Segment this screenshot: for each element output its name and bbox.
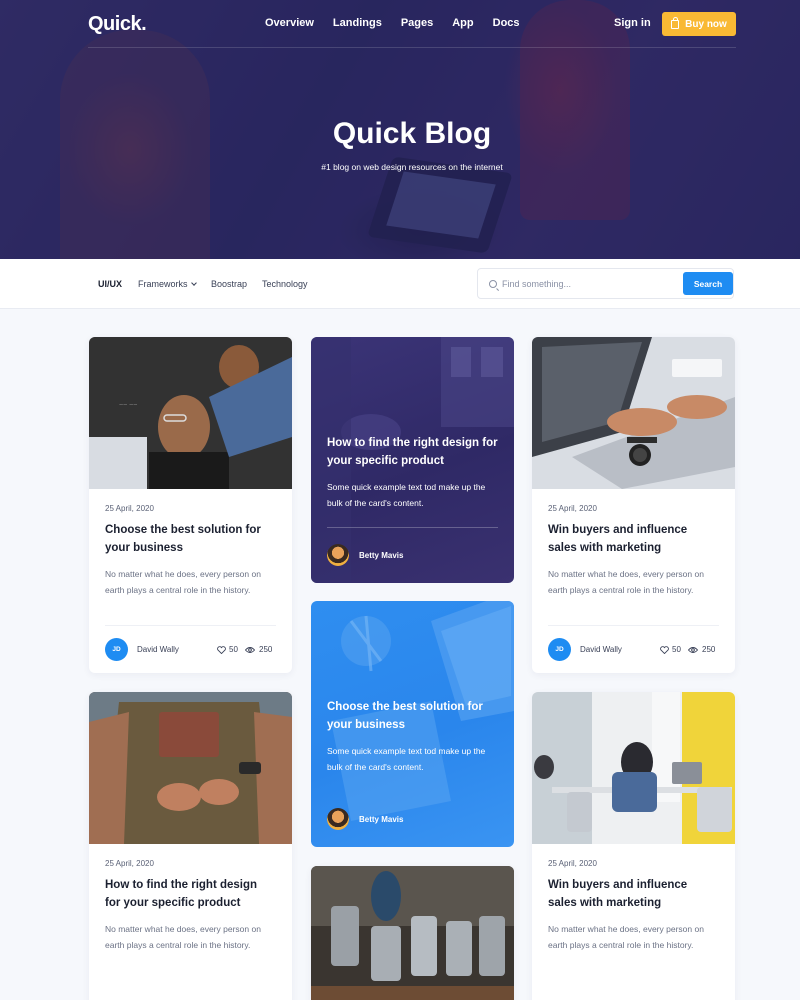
- page-title: Quick Blog: [332, 117, 492, 150]
- like-count: 50: [229, 645, 238, 654]
- card-date: 25 April, 2020: [105, 504, 154, 513]
- card-excerpt: No matter what he does, every person on …: [105, 924, 261, 950]
- filter-uiux[interactable]: UI/UX: [98, 279, 122, 289]
- nav-link-overview[interactable]: Overview: [265, 17, 314, 29]
- logo[interactable]: Quick.: [88, 13, 147, 36]
- svg-text:~~ ~~: ~~ ~~: [119, 402, 137, 409]
- author-name[interactable]: David Wally: [137, 645, 179, 654]
- card-date: 25 April, 2020: [548, 504, 597, 513]
- sign-in-link[interactable]: Sign in: [614, 17, 651, 29]
- filter-frameworks[interactable]: Frameworks: [138, 279, 197, 289]
- card-divider: [548, 625, 719, 626]
- filter-technology[interactable]: Technology: [262, 279, 308, 289]
- shopping-bag-icon: [671, 16, 680, 29]
- view-count: 250: [702, 645, 716, 654]
- nav-link-docs[interactable]: Docs: [493, 17, 520, 29]
- search-icon: [489, 280, 497, 288]
- like-count: 50: [672, 645, 681, 654]
- card-excerpt: Some quick example text tod make up the …: [327, 746, 486, 772]
- nav-links: Overview Landings Pages App Docs: [265, 17, 539, 29]
- buy-now-button[interactable]: Buy now: [662, 12, 736, 36]
- avatar: JD: [548, 638, 571, 661]
- filter-frameworks-label: Frameworks: [138, 279, 188, 289]
- nav-link-app[interactable]: App: [452, 17, 473, 29]
- card-image: [532, 337, 735, 489]
- card-date: 25 April, 2020: [105, 859, 154, 868]
- card-excerpt: Some quick example text tod make up the …: [327, 482, 486, 508]
- heart-icon[interactable]: [217, 646, 226, 654]
- card-image: ~~ ~~: [89, 337, 292, 489]
- top-navbar: Quick. Overview Landings Pages App Docs …: [0, 0, 800, 48]
- chevron-down-icon: [190, 280, 197, 286]
- card-title[interactable]: How to find the right design for your sp…: [327, 434, 502, 470]
- card-excerpt: No matter what he does, every person on …: [105, 569, 261, 595]
- author-name[interactable]: Betty Mavis: [359, 815, 403, 824]
- blog-card[interactable]: ~~ ~~ 25 April, 2020 Choose the best sol…: [89, 337, 292, 673]
- search-input[interactable]: [502, 275, 677, 293]
- filter-bootstrap[interactable]: Boostrap: [211, 279, 247, 289]
- card-image: [532, 692, 735, 844]
- page-subtitle: #1 blog on web design resources on the i…: [321, 162, 503, 172]
- card-image: [311, 866, 514, 1000]
- nav-link-landings[interactable]: Landings: [333, 17, 382, 29]
- card-divider: [105, 625, 276, 626]
- avatar: [327, 808, 349, 830]
- card-title[interactable]: Choose the best solution for your busine…: [105, 521, 275, 557]
- author-name[interactable]: Betty Mavis: [359, 551, 403, 560]
- card-excerpt: No matter what he does, every person on …: [548, 569, 704, 595]
- card-image: [89, 692, 292, 844]
- card-title[interactable]: Win buyers and influence sales with mark…: [548, 876, 718, 912]
- avatar: [327, 544, 349, 566]
- avatar: JD: [105, 638, 128, 661]
- card-title[interactable]: How to find the right design for your sp…: [105, 876, 275, 912]
- featured-blog-card[interactable]: Choose the best solution for your busine…: [311, 601, 514, 847]
- blog-card[interactable]: 25 April, 2020 How to find the right des…: [89, 692, 292, 1000]
- nav-divider: [88, 47, 736, 48]
- card-excerpt: No matter what he does, every person on …: [548, 924, 704, 950]
- view-count: 250: [259, 645, 273, 654]
- heart-icon[interactable]: [660, 646, 669, 654]
- blog-card[interactable]: [311, 866, 514, 1000]
- blog-card[interactable]: 25 April, 2020 Win buyers and influence …: [532, 692, 735, 1000]
- nav-link-pages[interactable]: Pages: [401, 17, 433, 29]
- eye-icon: [688, 647, 698, 653]
- featured-blog-card[interactable]: How to find the right design for your sp…: [311, 337, 514, 583]
- card-title[interactable]: Win buyers and influence sales with mark…: [548, 521, 718, 557]
- buy-now-label: Buy now: [685, 18, 727, 30]
- author-name[interactable]: David Wally: [580, 645, 622, 654]
- blog-card[interactable]: 25 April, 2020 Win buyers and influence …: [532, 337, 735, 673]
- eye-icon: [245, 647, 255, 653]
- search-button[interactable]: Search: [683, 272, 733, 295]
- card-divider: [327, 527, 498, 528]
- card-date: 25 April, 2020: [548, 859, 597, 868]
- card-title[interactable]: Choose the best solution for your busine…: [327, 698, 502, 734]
